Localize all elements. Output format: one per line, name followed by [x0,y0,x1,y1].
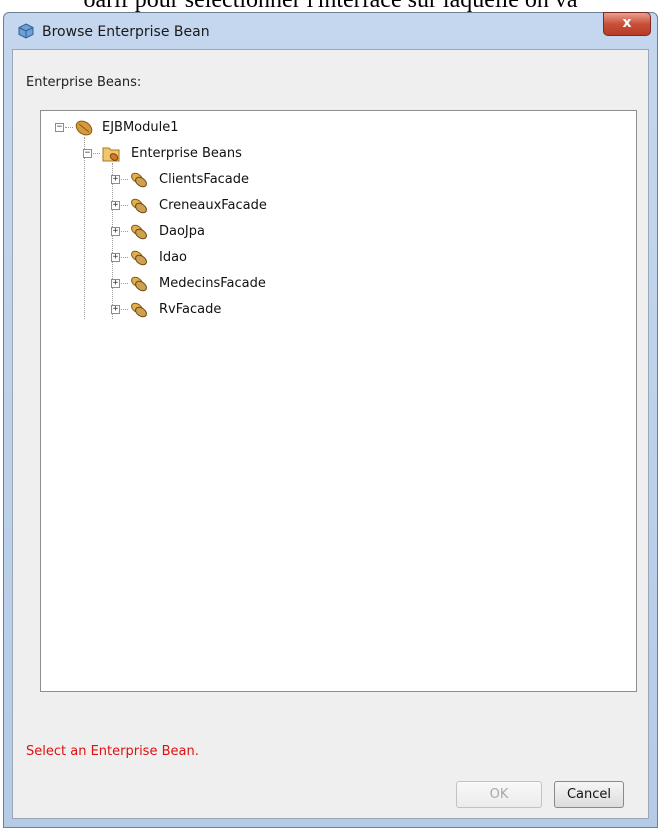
tree-connector [121,309,128,310]
tree-node-label: MedecinsFacade [159,276,266,291]
tree-node-label: RvFacade [159,302,222,317]
tree-node-label: CreneauxFacade [159,198,267,213]
session-bean-icon [131,198,147,214]
session-bean-icon [131,250,147,266]
title-bar[interactable]: Browse Enterprise Bean x [4,12,657,49]
tree-node-label: ClientsFacade [159,172,250,187]
expand-toggle-icon[interactable]: + [111,201,120,210]
expand-toggle-icon[interactable]: + [111,227,120,236]
tree-node-label: Idao [159,250,188,265]
tree-node-root[interactable]: − EJBModule1 [49,118,349,138]
background-document-text: oarif pour sélectionner l'interface sur … [0,0,661,12]
tree-connector [121,179,128,180]
ok-button[interactable]: OK [456,781,542,808]
expand-toggle-icon[interactable]: + [111,175,120,184]
session-bean-icon [131,224,147,240]
expand-toggle-icon[interactable]: + [111,305,120,314]
dialog-content: Enterprise Beans: − EJBModule1 − Enterpr… [12,49,649,819]
netbeans-cube-icon [18,23,34,39]
bean-icon [75,120,93,136]
tree-node-label: EJBModule1 [102,120,179,135]
tree-node-bean[interactable]: + DaoJpa [105,222,405,242]
tree-connector [93,153,100,154]
tree-node-bean[interactable]: + ClientsFacade [105,170,405,190]
tree-node-enterprise-beans[interactable]: − Enterprise Beans [77,144,377,164]
validation-message: Select an Enterprise Bean. [26,744,199,759]
session-bean-icon [131,172,147,188]
browse-enterprise-bean-dialog: Browse Enterprise Bean x Enterprise Bean… [3,12,658,828]
tree-connector [121,205,128,206]
collapse-toggle-icon[interactable]: − [55,123,64,132]
tree-label: Enterprise Beans: [26,75,142,90]
enterprise-bean-tree[interactable]: − EJBModule1 − Enterprise Beans + Client… [40,110,637,692]
tree-node-bean[interactable]: + MedecinsFacade [105,274,405,294]
tree-node-label: DaoJpa [159,224,205,239]
expand-toggle-icon[interactable]: + [111,253,120,262]
tree-node-bean[interactable]: + CreneauxFacade [105,196,405,216]
expand-toggle-icon[interactable]: + [111,279,120,288]
folder-bean-icon [102,147,120,162]
tree-connector [84,137,85,319]
tree-connector [121,231,128,232]
cancel-button[interactable]: Cancel [554,781,624,808]
tree-connector [65,127,73,128]
session-bean-icon [131,276,147,292]
tree-node-bean[interactable]: + Idao [105,248,405,268]
tree-connector [121,283,128,284]
collapse-toggle-icon[interactable]: − [83,149,92,158]
tree-connector [121,257,128,258]
session-bean-icon [131,302,147,318]
tree-node-bean[interactable]: + RvFacade [105,300,405,320]
tree-node-label: Enterprise Beans [131,146,242,161]
close-button[interactable]: x [603,12,651,36]
window-title: Browse Enterprise Bean [42,24,210,40]
